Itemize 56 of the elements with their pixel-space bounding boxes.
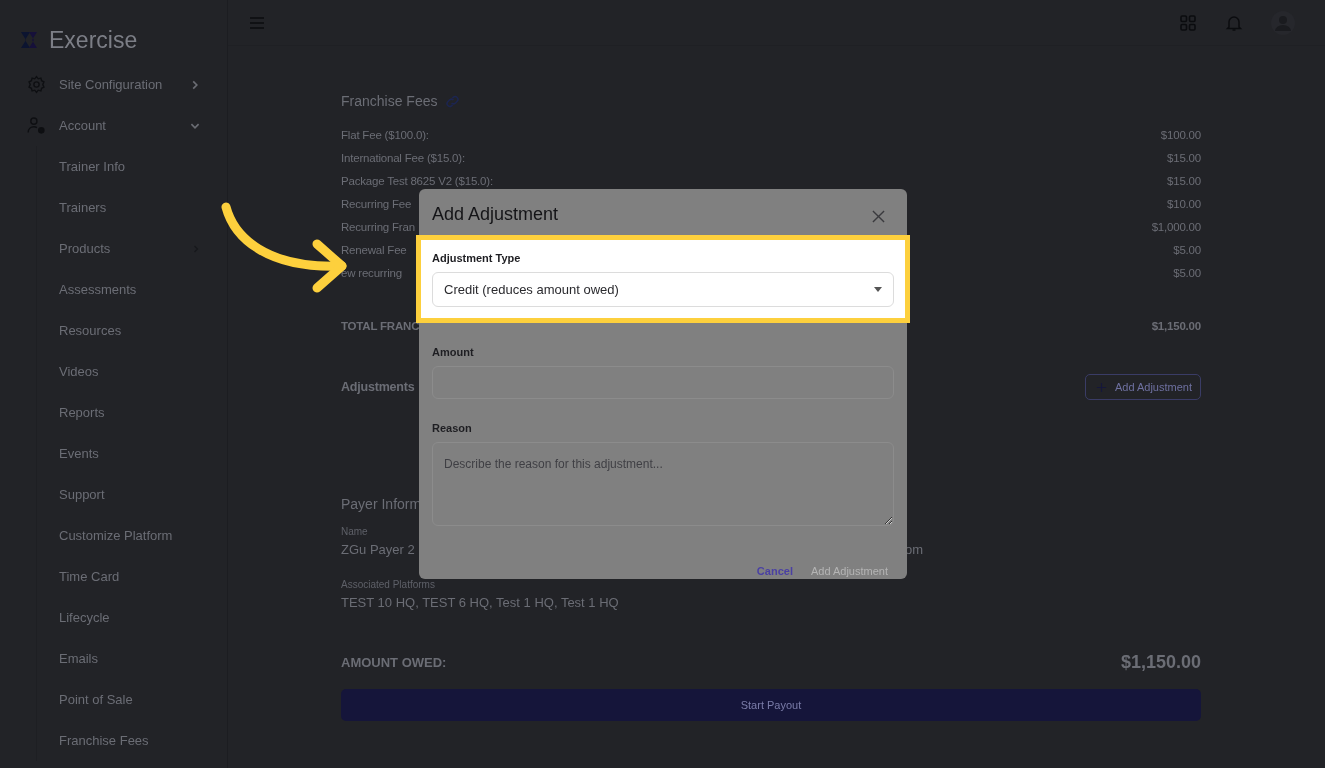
sidebar-item[interactable]: Site Configuration [0,64,227,105]
sidebar-item[interactable]: Reports [37,392,227,433]
sidebar-item[interactable]: Assessments [37,269,227,310]
sidebar-item[interactable]: Account [0,105,227,146]
app-name: Exercise [49,26,138,54]
sidebar-item[interactable]: Events [37,433,227,474]
sidebar-item[interactable]: Lifecycle [37,597,227,638]
fee-amount: $100.00 [1160,128,1201,141]
fee-label: Recurring Fran [341,220,415,233]
fee-amount: $15.00 [1167,174,1201,187]
link-icon[interactable] [445,93,461,109]
caret-icon [874,287,882,292]
field-label: Reason [432,422,473,434]
field-label: Associated Platforms [341,579,436,591]
grid-icon[interactable] [1179,13,1197,32]
fee-amount: $1,000.00 [1151,220,1201,233]
sidebar-item[interactable]: Trainers [37,187,227,228]
sidebar-item[interactable]: Customize Platform [37,515,227,556]
fee-label: Package Test 8625 V2 ($15.0): [341,174,493,187]
section-title: Adjustments [341,380,415,394]
sidebar-item[interactable]: Emails [37,638,227,679]
field-label: Amount [432,346,475,358]
select-field[interactable]: Credit (reduces amount owed) [432,272,894,307]
fee-label: International Fee ($15.0): [341,151,465,164]
fee-amount: $5.00 [1173,266,1201,279]
fee-label: Recurring Fee [341,197,412,210]
section-title: Franchise Fees [341,93,438,109]
fee-label: Flat Fee ($100.0): [341,128,429,141]
total-amount: $1,150.00 [1151,319,1201,332]
amount-owed-label: AMOUNT OWED: [341,655,447,670]
field-value: ZGu Payer 2 [341,542,416,557]
close-icon[interactable] [872,209,885,223]
amount-owed-value: $1,150.00 [1120,652,1201,673]
field-value: TEST 10 HQ, TEST 6 HQ, Test 1 HQ, Test 1 HQ [341,595,620,610]
sidebar-item[interactable]: Trainer Info [37,146,227,187]
fee-label: ew recurring [341,266,402,279]
sidebar-item[interactable]: Videos [37,351,227,392]
sidebar-item[interactable]: Point of Sale [37,679,227,720]
fee-amount: $10.00 [1167,197,1201,210]
fee-amount: $15.00 [1167,151,1201,164]
modal-title: Add Adjustment [432,203,559,225]
start-payout-button[interactable]: Start Payout [341,689,1201,721]
sidebar-item[interactable]: Products [37,228,227,269]
add-adjustment-button[interactable]: Add Adjustment [1084,374,1201,400]
sidebar-item[interactable]: Time Card [37,556,227,597]
field-label: Adjustment Type [432,252,522,264]
text-area[interactable]: Describe the reason for this adjustment... [432,442,894,526]
bell-icon[interactable] [1225,13,1243,32]
sidebar-item[interactable]: Support [37,474,227,515]
field-label: Name [341,526,369,538]
total-label: TOTAL FRANC [341,319,420,332]
sidebar-item[interactable]: Resources [37,310,227,351]
fee-amount: $5.00 [1173,243,1201,256]
cancel-button[interactable]: Cancel [756,563,793,579]
fee-label: Renewal Fee [341,243,407,256]
sidebar-item[interactable]: Franchise Fees [37,720,227,761]
